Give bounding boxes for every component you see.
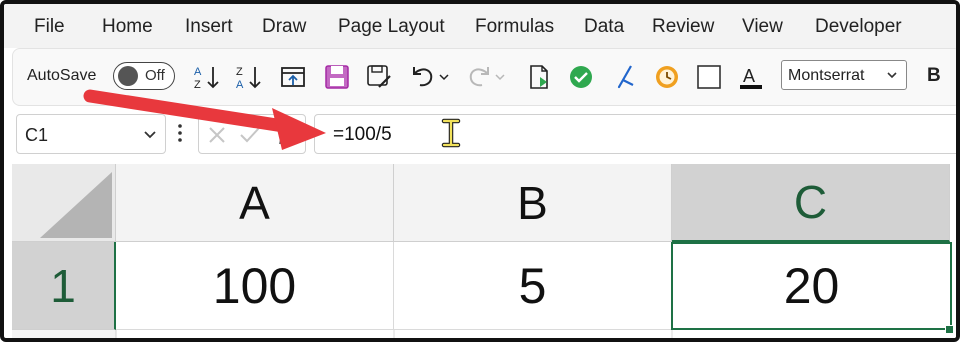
bold-button[interactable]: B [927,65,941,87]
svg-text:fx: fx [279,129,290,145]
font-name-select[interactable]: Montserrat [781,60,907,90]
border-icon[interactable] [695,63,723,91]
menu-home[interactable]: Home [102,16,153,38]
autosave-toggle[interactable]: Off [113,62,175,90]
name-box-value: C1 [25,125,49,145]
excel-window: File Home Insert Draw Page Layout Formul… [0,0,960,342]
formula-input[interactable]: =100/5 [314,114,956,154]
quick-access-toolbar: AutoSave Off A Z Z A A Montserrat B [12,48,956,106]
cell-b1[interactable]: 5 [394,242,672,330]
check-circle-icon[interactable] [567,63,595,91]
menu-formulas[interactable]: Formulas [475,16,554,38]
redo-icon[interactable] [465,63,493,91]
svg-text:Z: Z [194,79,201,91]
font-color-icon[interactable]: A [737,63,765,91]
menu-review[interactable]: Review [652,16,714,38]
formula-actions: fx [198,114,306,154]
svg-text:Z: Z [236,66,243,78]
name-box[interactable]: C1 [16,114,166,154]
menu-draw[interactable]: Draw [262,16,306,38]
column-header-b[interactable]: B [394,164,672,242]
save-as-icon[interactable] [365,63,393,91]
svg-text:A: A [194,66,202,78]
select-all-triangle-icon [40,172,112,238]
menu-data[interactable]: Data [584,16,624,38]
chevron-down-icon [887,72,897,79]
more-options-icon[interactable] [176,122,184,144]
enter-icon[interactable] [239,125,261,145]
row-header-1[interactable]: 1 [12,242,116,330]
cell-a1[interactable]: 100 [116,242,394,330]
font-name-value: Montserrat [788,67,865,84]
new-document-icon[interactable] [525,63,553,91]
autosave-label: AutoSave [27,67,97,84]
cell-c1[interactable]: 20 [671,242,952,330]
redo-dropdown-icon[interactable] [493,63,507,91]
pen-icon[interactable] [611,63,639,91]
column-header-c[interactable]: C [672,164,950,242]
sort-descending-icon[interactable]: Z A [235,63,263,91]
freeze-panes-icon[interactable] [279,63,307,91]
svg-text:A: A [236,79,244,91]
cancel-icon[interactable] [207,125,227,145]
menu-page-layout[interactable]: Page Layout [338,16,445,38]
formula-text: =100/5 [333,124,392,145]
menu-view[interactable]: View [742,16,783,38]
svg-text:A: A [743,66,755,86]
menu-file[interactable]: File [34,16,65,38]
undo-icon[interactable] [409,63,437,91]
text-cursor-icon [441,118,461,148]
insert-function-icon[interactable]: fx [277,125,299,145]
clock-icon[interactable] [653,63,681,91]
undo-dropdown-icon[interactable] [437,63,451,91]
menu-developer[interactable]: Developer [815,16,902,38]
menu-insert[interactable]: Insert [185,16,233,38]
menu-bar: File Home Insert Draw Page Layout Formul… [4,4,956,48]
toggle-knob [118,66,138,86]
chevron-down-icon [144,131,156,139]
row-2-edge [12,330,673,338]
sort-ascending-icon[interactable]: A Z [193,63,221,91]
column-header-a[interactable]: A [116,164,394,242]
save-icon[interactable] [323,63,351,91]
select-all-corner[interactable] [12,164,116,242]
autosave-state: Off [145,67,165,84]
